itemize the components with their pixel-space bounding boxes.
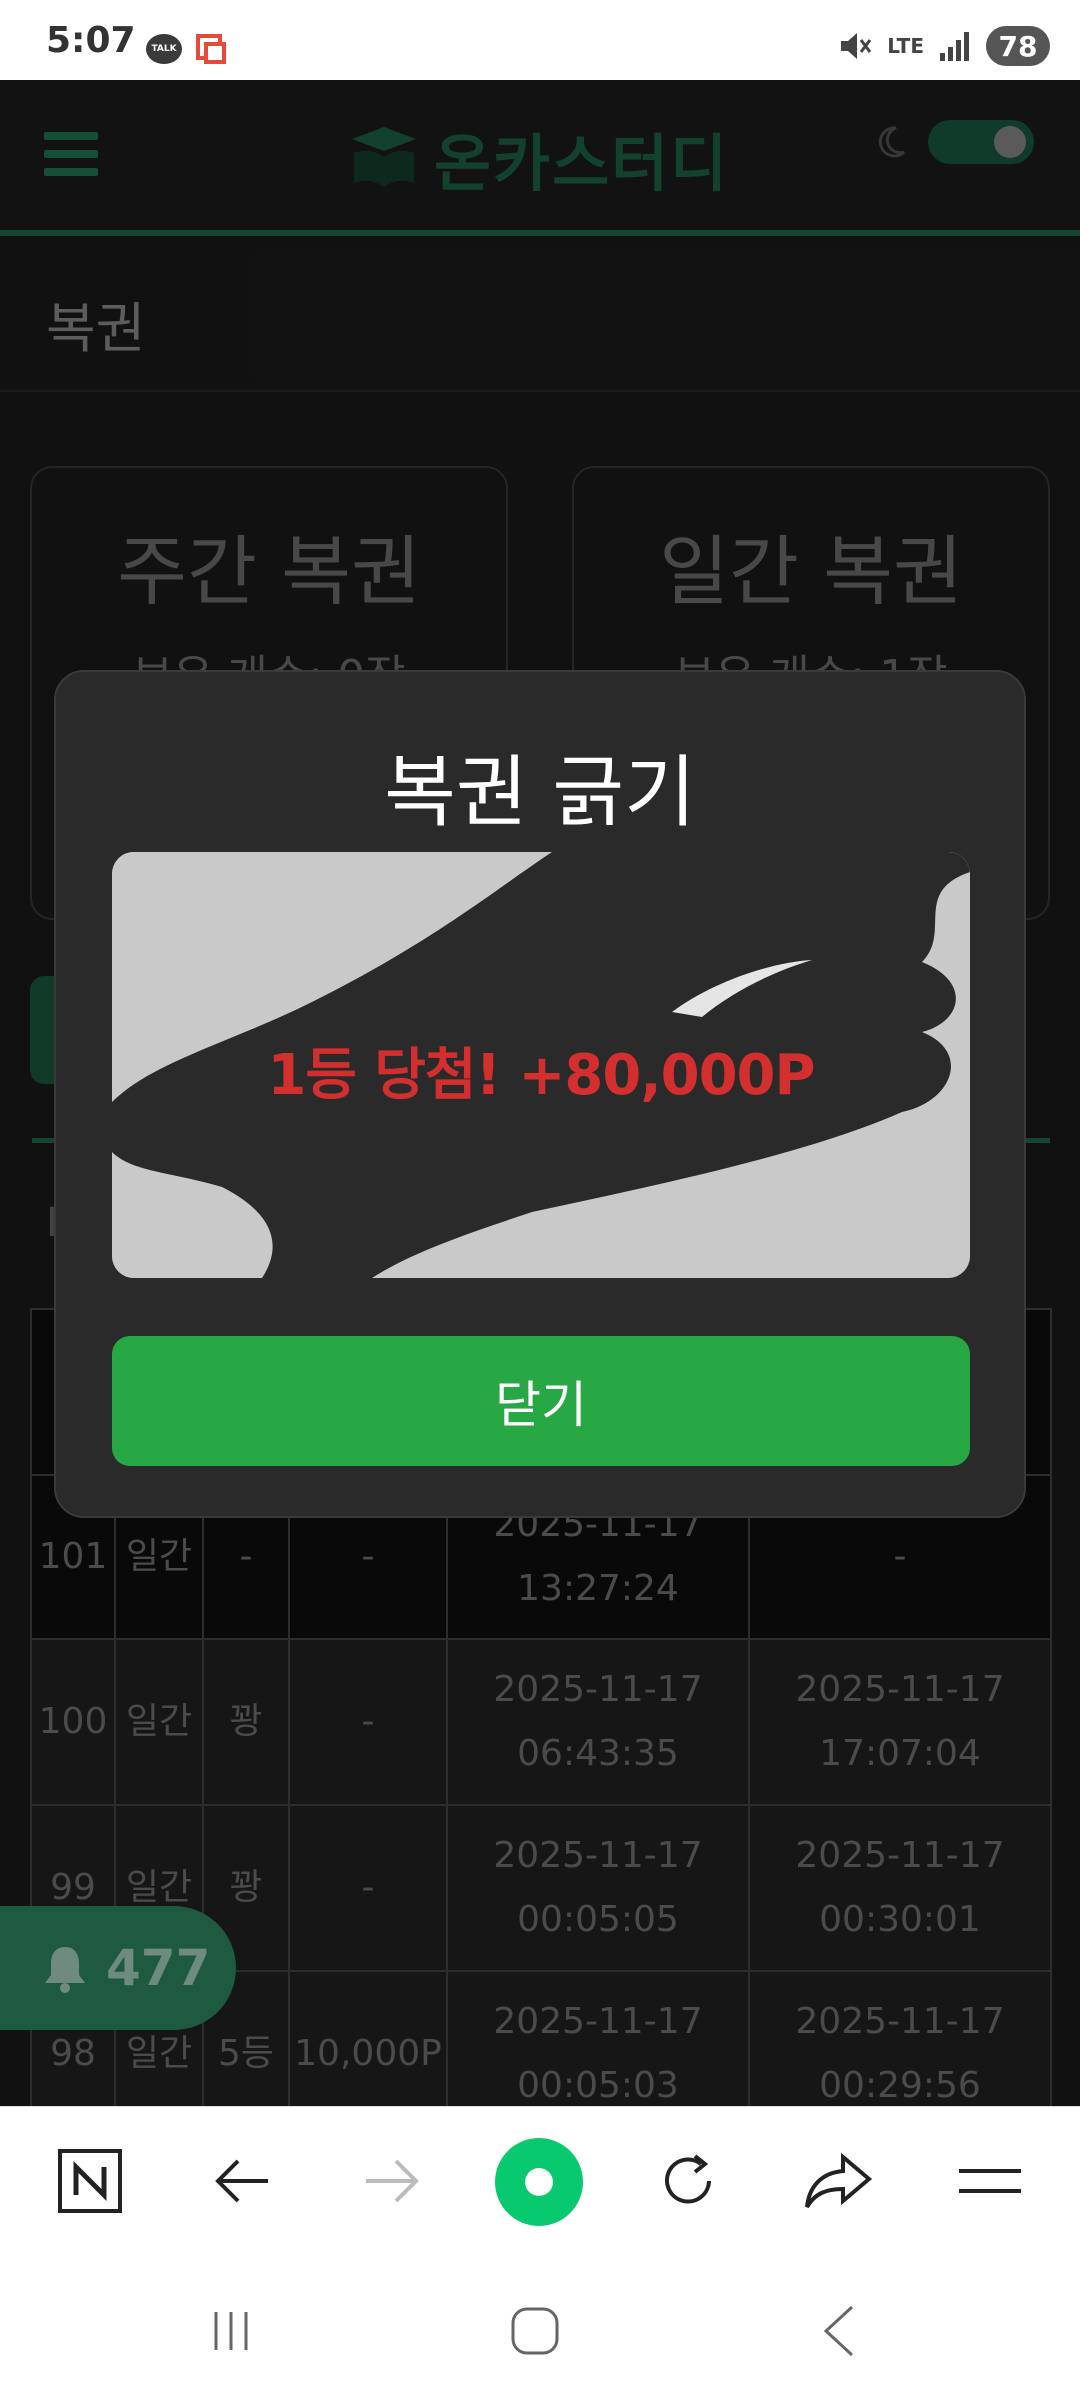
- notification-count: 477: [106, 1939, 211, 1997]
- scratch-lottery-modal: 복권 긁기 1등 당첨! +80,000P 닫기: [54, 670, 1026, 1518]
- forward-button[interactable]: [354, 2143, 430, 2219]
- network-type-label: LTE: [887, 34, 924, 58]
- web-page: 온카스터디 복권 주간 복권 보유 개수: 0장 일간 복권 보유 개수: 1장…: [0, 80, 1080, 2106]
- status-icons: LTE 78: [837, 24, 1050, 68]
- back-button[interactable]: [204, 2143, 280, 2219]
- app-notification-icon: [196, 34, 226, 64]
- home-button[interactable]: [500, 2296, 570, 2366]
- browser-toolbar: [0, 2106, 1080, 2256]
- system-back-button[interactable]: [804, 2296, 874, 2366]
- naver-icon: [58, 2149, 122, 2213]
- green-dot-button[interactable]: [494, 2137, 584, 2227]
- green-dot-icon: [495, 2138, 583, 2226]
- close-button[interactable]: 닫기: [112, 1336, 970, 1466]
- reload-button[interactable]: [650, 2143, 726, 2219]
- system-navigation-bar: [0, 2256, 1080, 2400]
- arrow-left-icon: [215, 2159, 268, 2203]
- recent-apps-icon: [214, 2312, 248, 2350]
- arrow-right-icon: [366, 2159, 419, 2203]
- battery-indicator: 78: [986, 26, 1050, 66]
- menu-lines-icon: [959, 2169, 1021, 2193]
- talk-notification-icon: TALK: [146, 34, 182, 64]
- chevron-left-icon: [823, 2305, 854, 2357]
- home-icon: [511, 2307, 559, 2355]
- share-button[interactable]: [800, 2143, 876, 2219]
- reload-icon: [665, 2154, 711, 2204]
- mute-icon: [841, 33, 872, 59]
- scratch-card-area[interactable]: 1등 당첨! +80,000P: [112, 852, 970, 1278]
- bell-icon: [45, 1947, 85, 1993]
- naver-home-button[interactable]: [52, 2143, 128, 2219]
- share-icon: [805, 2152, 873, 2209]
- recent-apps-button[interactable]: [196, 2296, 266, 2366]
- status-bar: 5:07 TALK LTE 78: [0, 0, 1080, 80]
- modal-title: 복권 긁기: [384, 748, 696, 838]
- prize-result-text: 1등 당첨! +80,000P: [267, 1043, 815, 1108]
- signal-icon: [940, 32, 969, 61]
- status-time: 5:07: [46, 20, 136, 61]
- notification-button[interactable]: 477: [0, 1906, 236, 2030]
- menu-button[interactable]: [952, 2143, 1028, 2219]
